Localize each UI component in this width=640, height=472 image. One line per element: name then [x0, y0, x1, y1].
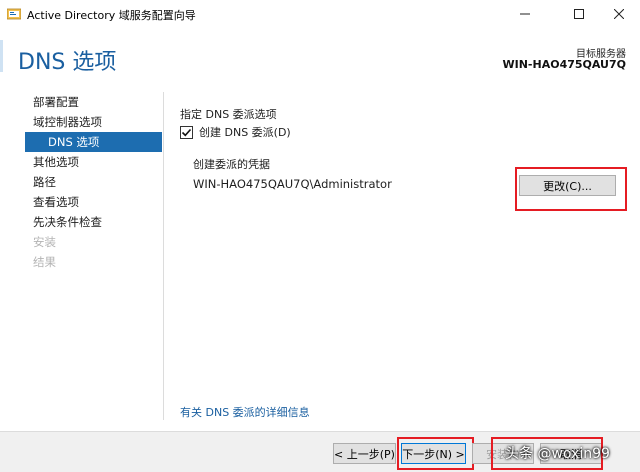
next-button-highlight	[397, 437, 474, 470]
dns-delegation-more-info-link[interactable]: 有关 DNS 委派的详细信息	[180, 404, 310, 420]
maximize-icon	[574, 9, 584, 19]
nav-item-dc-options[interactable]: 域控制器选项	[25, 112, 162, 132]
nav-item-results: 结果	[33, 255, 56, 269]
nav-item-additional-options[interactable]: 其他选项	[25, 152, 162, 172]
create-delegation-label: 创建 DNS 委派(D)	[199, 126, 291, 139]
window-titlebar: Active Directory 域服务配置向导	[0, 0, 640, 28]
window-title: Active Directory 域服务配置向导	[27, 9, 196, 22]
dns-delegation-section-label: 指定 DNS 委派选项	[180, 108, 277, 121]
ad-wizard-icon	[7, 8, 21, 20]
nav-item-dns-options[interactable]: DNS 选项	[25, 132, 162, 152]
target-server-name: WIN-HAO475QAU7Q	[502, 58, 627, 71]
watermark-text: 头条 @woxin99	[505, 446, 610, 462]
nav-item-paths[interactable]: 路径	[25, 172, 162, 192]
nav-divider	[163, 92, 164, 420]
minimize-icon	[520, 13, 530, 15]
nav-item-prerequisites-check[interactable]: 先决条件检查	[25, 212, 162, 232]
delegation-credentials-value: WIN-HAO475QAU7Q\Administrator	[193, 177, 392, 191]
close-button[interactable]	[596, 0, 640, 28]
left-edge-accent	[0, 40, 3, 72]
checkmark-icon	[181, 128, 192, 136]
previous-button[interactable]: < 上一步(P)	[333, 443, 396, 464]
nav-item-review-options[interactable]: 查看选项	[25, 192, 162, 212]
wizard-nav: 部署配置 域控制器选项 DNS 选项 其他选项 路径 查看选项 先决条件检查 安…	[25, 92, 162, 272]
create-delegation-checkbox[interactable]	[180, 125, 193, 139]
page-title: DNS 选项	[18, 50, 117, 75]
delegation-credentials-label: 创建委派的凭据	[193, 158, 270, 171]
create-delegation-option[interactable]: 创建 DNS 委派(D)	[180, 124, 291, 140]
change-credentials-button[interactable]: 更改(C)...	[519, 175, 616, 196]
nav-item-deployment-config[interactable]: 部署配置	[25, 92, 162, 112]
nav-item-installation: 安装	[33, 235, 56, 249]
close-icon	[614, 9, 624, 19]
minimize-button[interactable]	[502, 0, 548, 28]
